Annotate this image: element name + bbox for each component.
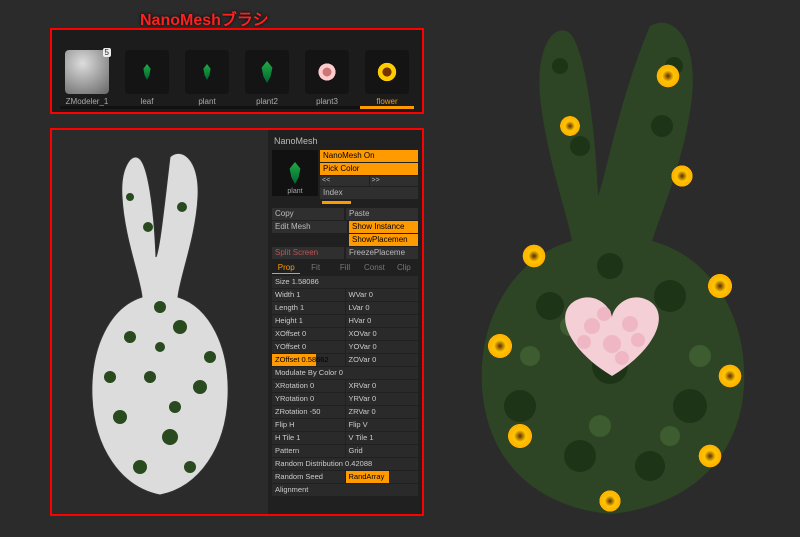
- cube-icon: 5: [65, 50, 109, 94]
- copy-button[interactable]: Copy: [272, 208, 344, 220]
- preview-label: plant: [272, 188, 318, 195]
- prop-slider[interactable]: XRVar 0: [346, 380, 419, 392]
- size-slider[interactable]: Size 1.58086: [272, 276, 418, 288]
- prop-row: Length 1LVar 0: [272, 302, 418, 314]
- prop-slider[interactable]: LVar 0: [346, 302, 419, 314]
- nanomesh-panel: NanoMesh plant NanoMesh On Pick Color <<…: [268, 130, 422, 514]
- paste-button[interactable]: Paste: [346, 208, 418, 220]
- prop-row: XRotation 0XRVar 0: [272, 380, 418, 392]
- prop-row: YOffset 0YOVar 0: [272, 341, 418, 353]
- nanomesh-toggle[interactable]: NanoMesh On: [320, 150, 418, 162]
- prop-slider[interactable]: YOffset 0: [272, 341, 345, 353]
- prop-slider[interactable]: Width 1: [272, 289, 345, 301]
- plant-icon: [185, 50, 229, 94]
- brush-label: plant2: [256, 97, 278, 106]
- prop-slider[interactable]: Length 1: [272, 302, 345, 314]
- prop-slider[interactable]: ZOffset 0.58662: [272, 354, 345, 366]
- prop-slider[interactable]: XOffset 0: [272, 328, 345, 340]
- tab-fit[interactable]: Fit: [301, 262, 329, 274]
- index-slider[interactable]: [322, 201, 351, 204]
- prop-slider[interactable]: YOVar 0: [346, 341, 419, 353]
- prop-row: YRotation 0YRVar 0: [272, 393, 418, 405]
- prop-slider[interactable]: ZRVar 0: [346, 406, 419, 418]
- prop-row: Height 1HVar 0: [272, 315, 418, 327]
- tab-clip[interactable]: Clip: [390, 262, 418, 274]
- plant2-icon: [245, 50, 289, 94]
- split-screen-button[interactable]: Split Screen: [272, 247, 344, 259]
- brush-label: leaf: [141, 97, 154, 106]
- prop-slider[interactable]: HVar 0: [346, 315, 419, 327]
- pick-color-button[interactable]: Pick Color: [320, 163, 418, 175]
- random-distribution-slider[interactable]: Random Distribution 0.42088: [272, 458, 418, 470]
- flower-yellow-icon: [365, 50, 409, 94]
- prop-slider[interactable]: V Tile 1: [346, 432, 419, 444]
- brush-label: flower: [376, 97, 397, 106]
- prop-slider[interactable]: Modulate By Color 0: [272, 367, 418, 379]
- prop-button[interactable]: Flip H: [272, 419, 345, 431]
- bunny-wireframe-icon: [60, 137, 260, 507]
- prop-row: Modulate By Color 0: [272, 367, 418, 379]
- brush-label: plant: [198, 97, 215, 106]
- random-seed-button[interactable]: Random Seed: [272, 471, 345, 483]
- prop-slider[interactable]: Height 1: [272, 315, 345, 327]
- rand-array-button[interactable]: RandArray: [346, 471, 419, 483]
- alignment-row[interactable]: Alignment: [272, 484, 418, 496]
- freeze-placement-button[interactable]: FreezePlaceme: [346, 247, 418, 259]
- prop-slider[interactable]: YRVar 0: [346, 393, 419, 405]
- brush-leaf[interactable]: leaf: [120, 36, 174, 106]
- brush-badge: 5: [103, 48, 111, 57]
- prev-button[interactable]: <<: [320, 176, 369, 186]
- prop-row: ZRotation -50ZRVar 0: [272, 406, 418, 418]
- flower-white-icon: [305, 50, 349, 94]
- brush-bar: 5 ZModeler_1 leaf plant plant2 plant3 fl…: [50, 28, 424, 114]
- prop-slider[interactable]: XOVar 0: [346, 328, 419, 340]
- prop-list: Size 1.58086 Width 1WVar 0Length 1LVar 0…: [270, 274, 420, 499]
- plant-preview-icon: [286, 162, 304, 184]
- brush-zmodeler[interactable]: 5 ZModeler_1: [60, 36, 114, 106]
- show-instance-button[interactable]: Show Instance: [349, 221, 418, 233]
- prop-button[interactable]: Flip V: [346, 419, 419, 431]
- brush-plant3[interactable]: plant3: [300, 36, 354, 106]
- show-placement-button[interactable]: ShowPlacemen: [349, 234, 418, 246]
- brush-label: ZModeler_1: [66, 97, 109, 106]
- tab-prop[interactable]: Prop: [272, 262, 300, 274]
- prop-row: ZOffset 0.58662ZOVar 0: [272, 354, 418, 366]
- pattern-label: Pattern: [272, 445, 345, 457]
- next-button[interactable]: >>: [370, 176, 419, 186]
- viewport[interactable]: [52, 130, 268, 514]
- pattern-value[interactable]: Grid: [346, 445, 419, 457]
- tab-const[interactable]: Const: [360, 262, 388, 274]
- brush-scroll[interactable]: [60, 106, 414, 109]
- nanomesh-panel-wrap: NanoMesh plant NanoMesh On Pick Color <<…: [50, 128, 424, 516]
- tab-fill[interactable]: Fill: [331, 262, 359, 274]
- brush-plant2[interactable]: plant2: [240, 36, 294, 106]
- prop-row: XOffset 0XOVar 0: [272, 328, 418, 340]
- edit-mesh-button[interactable]: Edit Mesh: [272, 221, 347, 233]
- prop-slider[interactable]: ZOVar 0: [346, 354, 419, 366]
- leaf-icon: [125, 50, 169, 94]
- brush-flower[interactable]: flower: [360, 36, 414, 106]
- prop-tabs: Prop Fit Fill Const Clip: [270, 260, 420, 274]
- prop-row: Width 1WVar 0: [272, 289, 418, 301]
- prop-slider[interactable]: YRotation 0: [272, 393, 345, 405]
- brush-plant[interactable]: plant: [180, 36, 234, 106]
- panel-header: NanoMesh: [270, 134, 420, 148]
- index-label: Index: [320, 187, 418, 199]
- final-render: [430, 6, 790, 526]
- prop-row: H Tile 1V Tile 1: [272, 432, 418, 444]
- mesh-preview[interactable]: plant: [272, 150, 318, 196]
- page-title: NanoMeshブラシ: [140, 6, 269, 30]
- prop-slider[interactable]: ZRotation -50: [272, 406, 345, 418]
- prop-slider[interactable]: WVar 0: [346, 289, 419, 301]
- bunny-topiary-icon: [430, 6, 790, 526]
- prop-row: Flip HFlip V: [272, 419, 418, 431]
- brush-label: plant3: [316, 97, 338, 106]
- prop-slider[interactable]: XRotation 0: [272, 380, 345, 392]
- prop-slider[interactable]: H Tile 1: [272, 432, 345, 444]
